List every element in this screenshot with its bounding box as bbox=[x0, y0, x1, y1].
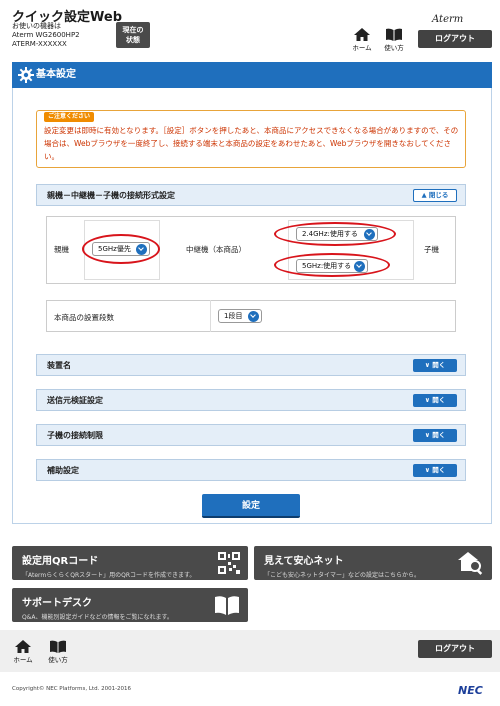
expand-button[interactable]: ∨ 開く bbox=[413, 394, 457, 407]
accordion-aux-settings[interactable]: 補助設定 ∨ 開く bbox=[36, 459, 466, 481]
anshin-desc: 「こども安心ネットタイマー」などの設定はこちらから。 bbox=[264, 572, 421, 579]
chevron-up-icon: ▲ bbox=[421, 191, 429, 199]
accordion-label: 装置名 bbox=[47, 361, 71, 370]
parent-label: 親機 bbox=[54, 245, 69, 254]
device-info: お使いの機器は Aterm WG2600HP2 ATERM-XXXXXX bbox=[12, 22, 80, 49]
stage-select[interactable]: 1段目 bbox=[218, 309, 262, 323]
accordion-device-name[interactable]: 装置名 ∨ 開く bbox=[36, 354, 466, 376]
book-icon bbox=[386, 28, 402, 41]
stage-label: 本商品の設置段数 bbox=[54, 313, 114, 322]
support-desk-tile[interactable]: サポートデスク Q&A、機能別設定ガイドなどの情報をご覧になれます。 bbox=[12, 588, 248, 622]
accordion-source-verification[interactable]: 送信元検証設定 ∨ 開く bbox=[36, 389, 466, 411]
device-model: Aterm WG2600HP2 bbox=[12, 31, 80, 39]
apply-settings-button[interactable]: 設定 bbox=[202, 494, 300, 518]
support-desc: Q&A、機能別設定ガイドなどの情報をご覧になれます。 bbox=[22, 614, 173, 621]
device-label: お使いの機器は bbox=[12, 22, 61, 30]
anshin-title: 見えて安心ネット bbox=[264, 556, 344, 567]
help-label: 使い方 bbox=[48, 656, 68, 664]
nec-logo: NEC bbox=[458, 684, 483, 697]
current-status-button[interactable]: 現在の 状態 bbox=[116, 22, 150, 48]
help-button[interactable]: 使い方 bbox=[380, 28, 408, 52]
collapse-button[interactable]: ▲ 閉じる bbox=[413, 189, 457, 202]
expand-button[interactable]: ∨ 開く bbox=[413, 464, 457, 477]
accordion-client-restriction[interactable]: 子機の接続制限 ∨ 開く bbox=[36, 424, 466, 446]
support-title: サポートデスク bbox=[22, 598, 92, 609]
anshin-net-tile[interactable]: 見えて安心ネット 「こども安心ネットタイマー」などの設定はこちらから。 bbox=[254, 546, 492, 580]
notice-badge: ご注意ください bbox=[44, 112, 95, 122]
copyright: Copyright© NEC Platforms, Ltd. 2001-2016 bbox=[12, 686, 132, 692]
home-search-icon bbox=[458, 552, 483, 575]
status-line2: 状態 bbox=[126, 36, 140, 44]
qr-code-tile[interactable]: 設定用QRコード 「AtermらくらくQRスタート」用のQRコードを作成できます… bbox=[12, 546, 248, 580]
connection-section-label: 親機－中継機－子機の接続形式設定 bbox=[47, 191, 175, 200]
book-icon bbox=[215, 596, 239, 615]
accordion-label: 送信元検証設定 bbox=[47, 396, 103, 405]
gear-icon bbox=[18, 67, 34, 83]
qr-code-icon bbox=[218, 552, 240, 574]
qr-title: 設定用QRコード bbox=[22, 556, 99, 567]
home-icon bbox=[354, 28, 370, 41]
connection-section-header: 親機－中継機－子機の接続形式設定 ▲ 閉じる bbox=[36, 184, 466, 206]
chevron-down-icon bbox=[248, 311, 259, 322]
logout-button[interactable]: ログアウト bbox=[418, 30, 492, 48]
status-line1: 現在の bbox=[122, 26, 144, 34]
repeater-label: 中継機（本商品） bbox=[186, 245, 246, 254]
qr-desc: 「AtermらくらくQRスタート」用のQRコードを作成できます。 bbox=[22, 572, 196, 579]
child-label: 子機 bbox=[424, 245, 439, 254]
accordion-label: 補助設定 bbox=[47, 466, 79, 475]
highlight-ring bbox=[82, 234, 160, 264]
book-icon bbox=[50, 640, 66, 653]
device-id: ATERM-XXXXXX bbox=[12, 40, 67, 48]
accordion-label: 子機の接続制限 bbox=[47, 431, 103, 440]
help-label: 使い方 bbox=[384, 44, 404, 52]
aterm-logo: Aterm bbox=[432, 14, 464, 25]
highlight-ring bbox=[274, 253, 390, 277]
footer-logout-button[interactable]: ログアウト bbox=[418, 640, 492, 658]
footer-help-button[interactable]: 使い方 bbox=[44, 640, 72, 664]
highlight-ring bbox=[274, 222, 396, 246]
stage-divider bbox=[210, 300, 211, 332]
expand-button[interactable]: ∨ 開く bbox=[413, 359, 457, 372]
home-label: ホーム bbox=[13, 656, 33, 664]
notice-text: 設定変更は即時に有効となります。［設定］ボタンを押したあと、本商品にアクセスでき… bbox=[44, 126, 459, 161]
home-label: ホーム bbox=[352, 44, 372, 52]
footer-home-button[interactable]: ホーム bbox=[10, 640, 36, 664]
home-icon bbox=[15, 640, 31, 653]
section-title: 基本設定 bbox=[12, 62, 492, 88]
home-button[interactable]: ホーム bbox=[348, 28, 376, 52]
expand-button[interactable]: ∨ 開く bbox=[413, 429, 457, 442]
